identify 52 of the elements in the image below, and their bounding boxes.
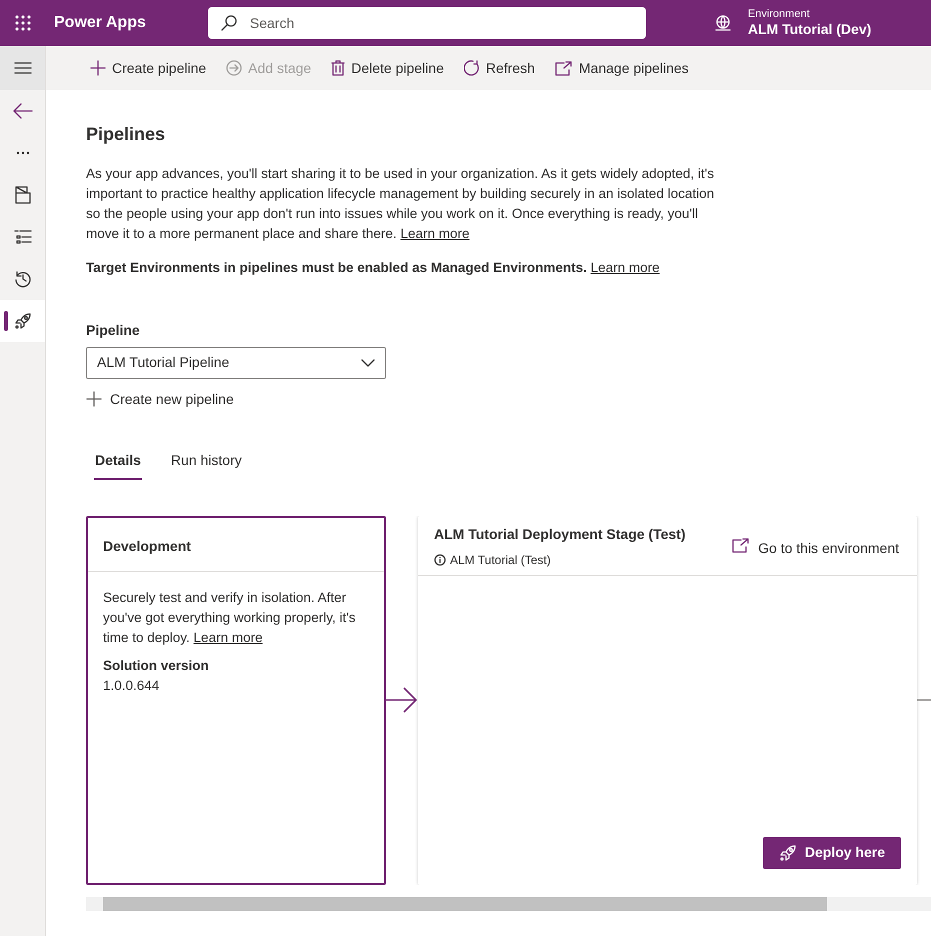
arrow-circle-icon [226, 60, 242, 76]
sidebar-item[interactable] [0, 46, 45, 90]
page-title: Pipelines [86, 124, 166, 146]
search-field[interactable]: Search [208, 7, 646, 39]
rocket-icon [14, 312, 32, 330]
version-value: 1.0.0.644 [103, 676, 160, 695]
app-title: Power Apps [54, 13, 146, 33]
plus-icon [90, 60, 106, 76]
go-to-environment-link[interactable]: Go to this environment [732, 538, 899, 569]
search-icon [220, 14, 238, 32]
description-text: As your app advances, you'll start sharing it to be used in your organization. As it gets widely adopted, it's important to practice healthy application lifecycle management by building securely in an isolated location so the people using your app don't run into issues while you work on it. Once everything is ready, you'll move it to a more permanent place and share there. Learn more [86, 164, 716, 243]
environment-label: Environment [748, 8, 811, 20]
open-external-icon [554, 60, 573, 76]
dropdown-value: ALM Tutorial Pipeline [97, 353, 230, 372]
pipeline-dropdown[interactable]: ALM Tutorial Pipeline [86, 346, 386, 379]
learn-more-link[interactable]: Learn more [400, 226, 470, 241]
chevron-down-icon [361, 358, 375, 367]
learn-more-link[interactable]: Learn more [590, 260, 660, 275]
back-arrow-icon [12, 103, 32, 119]
toolbar-button[interactable]: Manage pipelines [548, 54, 695, 82]
create-new-pipeline-button[interactable]: Create new pipeline [86, 388, 234, 410]
field-label: Pipeline [86, 320, 141, 340]
deploy-button[interactable]: Deploy here [762, 836, 901, 869]
stage-title: Development [88, 518, 384, 572]
open-external-icon [732, 538, 750, 553]
rocket-icon [778, 844, 797, 862]
waffle-icon [14, 14, 32, 32]
history-icon [14, 270, 32, 288]
plus-icon [86, 391, 102, 408]
sidebar-item[interactable] [0, 300, 45, 342]
menu-icon [14, 61, 32, 75]
tab[interactable]: Details [94, 450, 142, 480]
version-label: Solution version [103, 656, 210, 675]
trash-icon [331, 60, 346, 76]
folder-icon [14, 186, 30, 204]
environment-name: ALM Tutorial (Test) [450, 552, 551, 569]
toolbar-button[interactable]: Refresh [458, 54, 541, 82]
learn-more-link[interactable]: Learn more [194, 630, 263, 645]
environment-name: ALM Tutorial (Dev) [748, 20, 872, 38]
environment-picker[interactable]: Environment ALM Tutorial (Dev) [708, 7, 878, 39]
globe-icon [714, 14, 732, 32]
connector-line [917, 698, 931, 702]
more-icon [16, 151, 30, 155]
refresh-icon [464, 60, 480, 76]
info-icon [434, 554, 446, 566]
tab[interactable]: Run history [170, 450, 243, 480]
stage-title: ALM Tutorial Deployment Stage (Test) [434, 524, 686, 544]
notice-text: Target Environments in pipelines must be enabled as Managed Environments. Learn more [86, 258, 661, 277]
toolbar-button[interactable]: Create pipeline [84, 54, 212, 82]
toolbar-button[interactable]: Delete pipeline [325, 54, 450, 82]
list-icon [14, 230, 32, 244]
stage-description: Securely test and verify in isolation. After you've got everything working properly, it's time to deploy. Learn more [103, 588, 357, 647]
